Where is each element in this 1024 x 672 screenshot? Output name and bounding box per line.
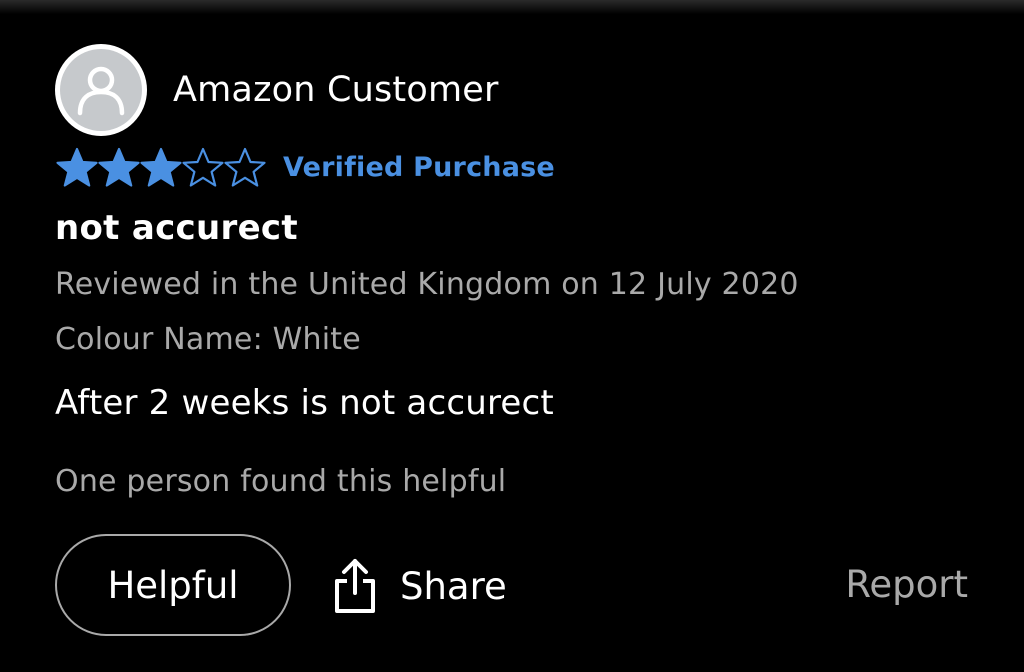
star-filled-icon xyxy=(98,147,140,187)
avatar-inner xyxy=(60,49,142,131)
person-icon xyxy=(77,66,125,116)
star-outline-icon xyxy=(182,147,224,187)
avatar xyxy=(55,44,147,136)
star-filled-icon xyxy=(56,147,98,187)
share-button[interactable]: Share xyxy=(330,555,507,617)
helpful-count: One person found this helpful xyxy=(55,464,507,499)
reviewer-name[interactable]: Amazon Customer xyxy=(173,70,499,110)
helpful-button[interactable]: Helpful xyxy=(55,534,291,636)
reviewer-profile[interactable]: Amazon Customer xyxy=(55,44,499,136)
star-rating xyxy=(55,146,266,188)
rating-row: Verified Purchase xyxy=(55,146,555,188)
verified-purchase-badge: Verified Purchase xyxy=(283,151,555,183)
review-card: Amazon Customer Verified Purchase not ac… xyxy=(0,0,1024,672)
report-link[interactable]: Report xyxy=(845,563,968,606)
colour-name: Colour Name: White xyxy=(55,322,361,357)
review-body: After 2 weeks is not accurect xyxy=(55,383,554,423)
review-title: not accurect xyxy=(55,208,298,248)
star-filled-icon xyxy=(140,147,182,187)
review-date: Reviewed in the United Kingdom on 12 Jul… xyxy=(55,267,799,302)
share-label: Share xyxy=(400,564,507,608)
star-outline-icon xyxy=(224,147,266,187)
share-icon xyxy=(330,557,380,615)
